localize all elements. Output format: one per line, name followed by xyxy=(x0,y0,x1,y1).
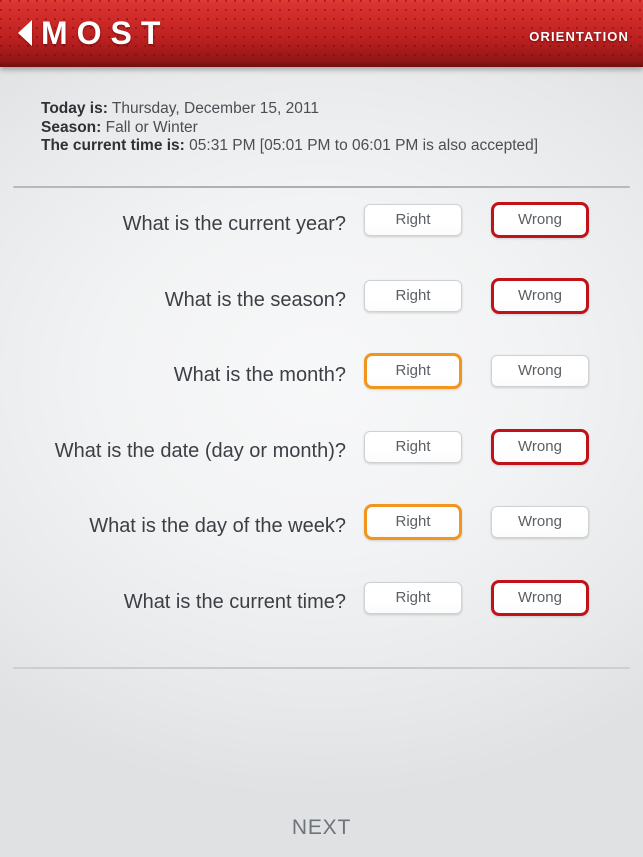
today-value: Thursday, December 15, 2011 xyxy=(111,100,319,117)
divider-bottom xyxy=(13,667,630,669)
time-line: The current time is: 05:31 PM [05:01 PM … xyxy=(41,137,611,156)
today-line: Today is: Thursday, December 15, 2011 xyxy=(41,100,611,119)
orientation-screen: MOST ORIENTATION Today is: Thursday, Dec… xyxy=(0,0,643,857)
header-inner: MOST ORIENTATION xyxy=(0,0,643,67)
question-row: What is the current time? Right Wrong xyxy=(0,579,643,658)
question-row: What is the season? Right Wrong xyxy=(0,277,643,356)
question-text: What is the current year? xyxy=(122,213,346,235)
context-info-block: Today is: Thursday, December 15, 2011 Se… xyxy=(41,100,611,156)
back-triangle-icon xyxy=(18,20,32,46)
wrong-option-button[interactable]: Wrong xyxy=(491,428,589,465)
right-option-button[interactable]: Right xyxy=(364,430,462,463)
question-row: What is the current year? Right Wrong xyxy=(0,202,643,280)
question-text: What is the season? xyxy=(164,288,346,311)
next-button[interactable]: NEXT xyxy=(0,816,643,840)
question-row: What is the day of the week? Right Wrong xyxy=(0,504,643,582)
season-line: Season: Fall or Winter xyxy=(41,119,611,138)
wrong-option-button[interactable]: Wrong xyxy=(491,355,589,387)
brand-title: MOST xyxy=(41,15,170,51)
divider-top xyxy=(13,186,630,188)
today-label: Today is: xyxy=(41,100,108,117)
wrong-option-button[interactable]: Wrong xyxy=(491,202,589,238)
question-row: What is the date (day or month)? Right Wro… xyxy=(0,428,643,507)
back-button[interactable]: MOST xyxy=(18,13,169,53)
wrong-option-button[interactable]: Wrong xyxy=(491,506,589,538)
time-label: The current time is: xyxy=(41,137,185,154)
right-option-button[interactable]: Right xyxy=(364,353,462,389)
section-title: ORIENTATION xyxy=(529,29,629,44)
wrong-option-button[interactable]: Wrong xyxy=(491,579,589,616)
season-value: Fall or Winter xyxy=(105,118,198,136)
footer-bar: NEXT xyxy=(0,800,643,857)
question-text: What is the current time? xyxy=(123,590,346,613)
time-value: 05:31 PM [05:01 PM to 06:01 PM is also a… xyxy=(189,137,539,154)
season-label: Season: xyxy=(41,118,102,136)
question-text: What is the month? xyxy=(173,364,346,386)
question-row: What is the month? Right Wrong xyxy=(0,353,643,431)
question-list: What is the current year? Right Wrong What … xyxy=(0,202,643,658)
question-text: What is the date (day or month)? xyxy=(54,439,346,462)
wrong-option-button[interactable]: Wrong xyxy=(491,277,589,314)
right-option-button[interactable]: Right xyxy=(364,581,462,614)
right-option-button[interactable]: Right xyxy=(364,279,462,312)
right-option-button[interactable]: Right xyxy=(364,504,462,540)
app-header: MOST ORIENTATION xyxy=(0,0,643,67)
question-text: What is the day of the week? xyxy=(89,515,346,537)
right-option-button[interactable]: Right xyxy=(364,204,462,236)
